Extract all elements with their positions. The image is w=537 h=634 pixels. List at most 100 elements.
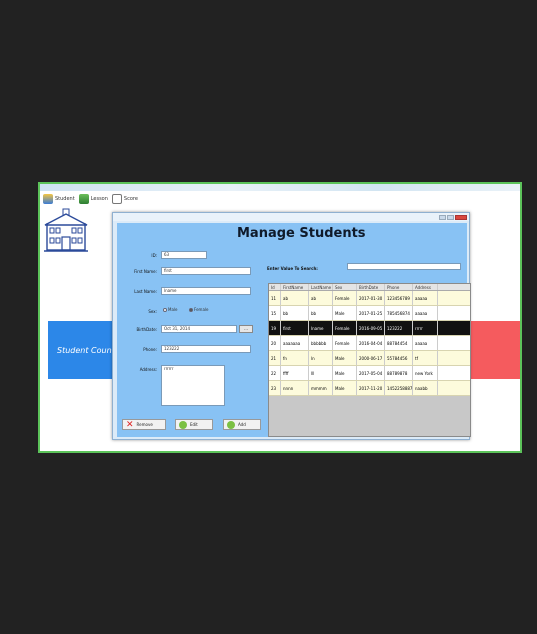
table-cell: new York [413,366,438,380]
table-cell: bb [281,306,309,320]
table-cell: aaaaa [413,306,438,320]
menu-bar: Student Lesson Score [40,192,520,206]
table-cell: 19 [269,321,281,335]
column-header[interactable]: Phone [385,284,413,290]
table-cell: Female [333,321,357,335]
table-cell: 22 [269,366,281,380]
column-header[interactable]: Address [413,284,438,290]
remove-button-label: Remove [136,422,153,427]
close-button[interactable] [455,214,467,220]
edit-button-label: Edit [190,422,198,427]
dialog-titlebar [113,213,469,221]
score-icon [111,194,122,204]
table-cell: naabb [413,381,438,395]
app-window: Student Lesson Score Student Count Manag… [38,182,522,453]
table-cell: ab [281,291,309,305]
sex-radio-male[interactable]: Male [163,307,177,312]
search-input[interactable] [347,263,461,270]
menu-item-label: Student [55,196,75,202]
table-cell: 2016-09-05 [357,321,385,335]
column-header[interactable]: FirstName [281,284,309,290]
birthdate-field[interactable]: Oct 31, 2014 [161,325,237,333]
table-cell: 2017-05-04 [357,366,385,380]
manage-students-dialog: Manage Students ID: 63 First Name: first… [112,212,471,440]
table-cell: 2000-06-17 [357,351,385,365]
table-cell: Female [333,291,357,305]
table-cell: 2017-01-25 [357,306,385,320]
students-table[interactable]: Id FirstName LastName Sex BirthDate Phon… [268,283,471,437]
table-row[interactable]: 15 bb bb Male 2017-01-25 785456874 aaaaa [269,306,470,321]
table-row[interactable]: 22 ffff lll Male 2017-05-04 88789878 new York [269,366,470,381]
table-cell: 1452258887 [385,381,413,395]
table-cell: 21 [269,351,281,365]
table-cell: Male [333,306,357,320]
table-row[interactable]: 20 aaaaaaa bbbbbb Female 2016-04-04 88784454 a… [269,336,470,351]
phone-field[interactable]: 123222 [161,345,251,353]
search-label: Enter Value To Search: [267,266,318,271]
menu-item-student[interactable]: Student [43,194,75,204]
radio-icon [163,307,167,312]
edit-button[interactable]: Edit [175,419,213,430]
column-header[interactable]: Id [269,284,281,290]
add-button[interactable]: Add [223,419,261,430]
menu-item-label: Score [123,196,138,202]
add-button-label: Add [238,422,246,427]
table-row[interactable]: 21 fn ln Male 2000-06-17 55784456 tf [269,351,470,366]
table-cell: Male [333,351,357,365]
student-count-tile: Student Count [48,321,118,379]
column-header[interactable]: Sex [333,284,357,290]
radio-selected-icon [189,307,193,312]
table-header: Id FirstName LastName Sex BirthDate Phon… [269,284,470,291]
table-cell: fn [281,351,309,365]
id-field[interactable]: 63 [161,251,207,259]
menu-item-label: Lesson [90,196,108,202]
last-name-field[interactable]: lname [161,287,251,295]
menu-item-lesson[interactable]: Lesson [78,194,108,204]
table-row[interactable]: 11 ab ab Female 2017-01-30 123456789 aaaaa [269,291,470,306]
table-cell: aaaaa [413,291,438,305]
sex-radio-female[interactable]: Female [189,307,208,312]
form-panel: Manage Students ID: 63 First Name: first… [117,223,471,437]
table-cell: aaaaaaa [281,336,309,350]
table-cell: Male [333,381,357,395]
remove-button[interactable]: ✕ Remove [122,419,166,430]
remove-x-icon: ✕ [126,419,134,430]
date-picker-button[interactable]: ... [239,325,253,333]
table-cell: bbbbbb [309,336,333,350]
table-cell: aaaaa [413,336,438,350]
table-cell: 11 [269,291,281,305]
address-field[interactable]: rrrrrr [161,365,225,406]
table-cell: ln [309,351,333,365]
minimize-button[interactable] [439,214,446,220]
table-cell: mmmm [309,381,333,395]
table-row[interactable]: 23 nnnn mmmm Male 2017-11-20 1452258887 naabb [269,381,470,396]
table-cell: 23 [269,381,281,395]
phone-label: Phone: [143,347,157,352]
table-cell: tf [413,351,438,365]
table-cell: 123456789 [385,291,413,305]
first-name-field[interactable]: first [161,267,251,275]
table-cell: 2017-01-30 [357,291,385,305]
table-cell: 55784456 [385,351,413,365]
column-header[interactable]: LastName [309,284,333,290]
column-header[interactable]: BirthDate [357,284,385,290]
table-cell: Female [333,336,357,350]
id-label: ID: [151,253,157,258]
table-cell: 2016-04-04 [357,336,385,350]
table-cell: lll [309,366,333,380]
edit-icon [179,420,187,429]
table-cell: 785456874 [385,306,413,320]
table-cell: ab [309,291,333,305]
table-cell: 2017-11-20 [357,381,385,395]
table-row-selected[interactable]: 19 first lname Female 2016-09-05 123222 rrrrr [269,321,470,336]
student-icon [43,194,53,204]
maximize-button[interactable] [447,214,454,220]
lesson-icon [78,194,89,204]
table-cell: lname [309,321,333,335]
table-cell: 88784454 [385,336,413,350]
table-cell: Male [333,366,357,380]
table-cell: ffff [281,366,309,380]
menu-item-score[interactable]: Score [111,194,138,204]
table-cell: 20 [269,336,281,350]
school-building-icon [44,208,88,252]
